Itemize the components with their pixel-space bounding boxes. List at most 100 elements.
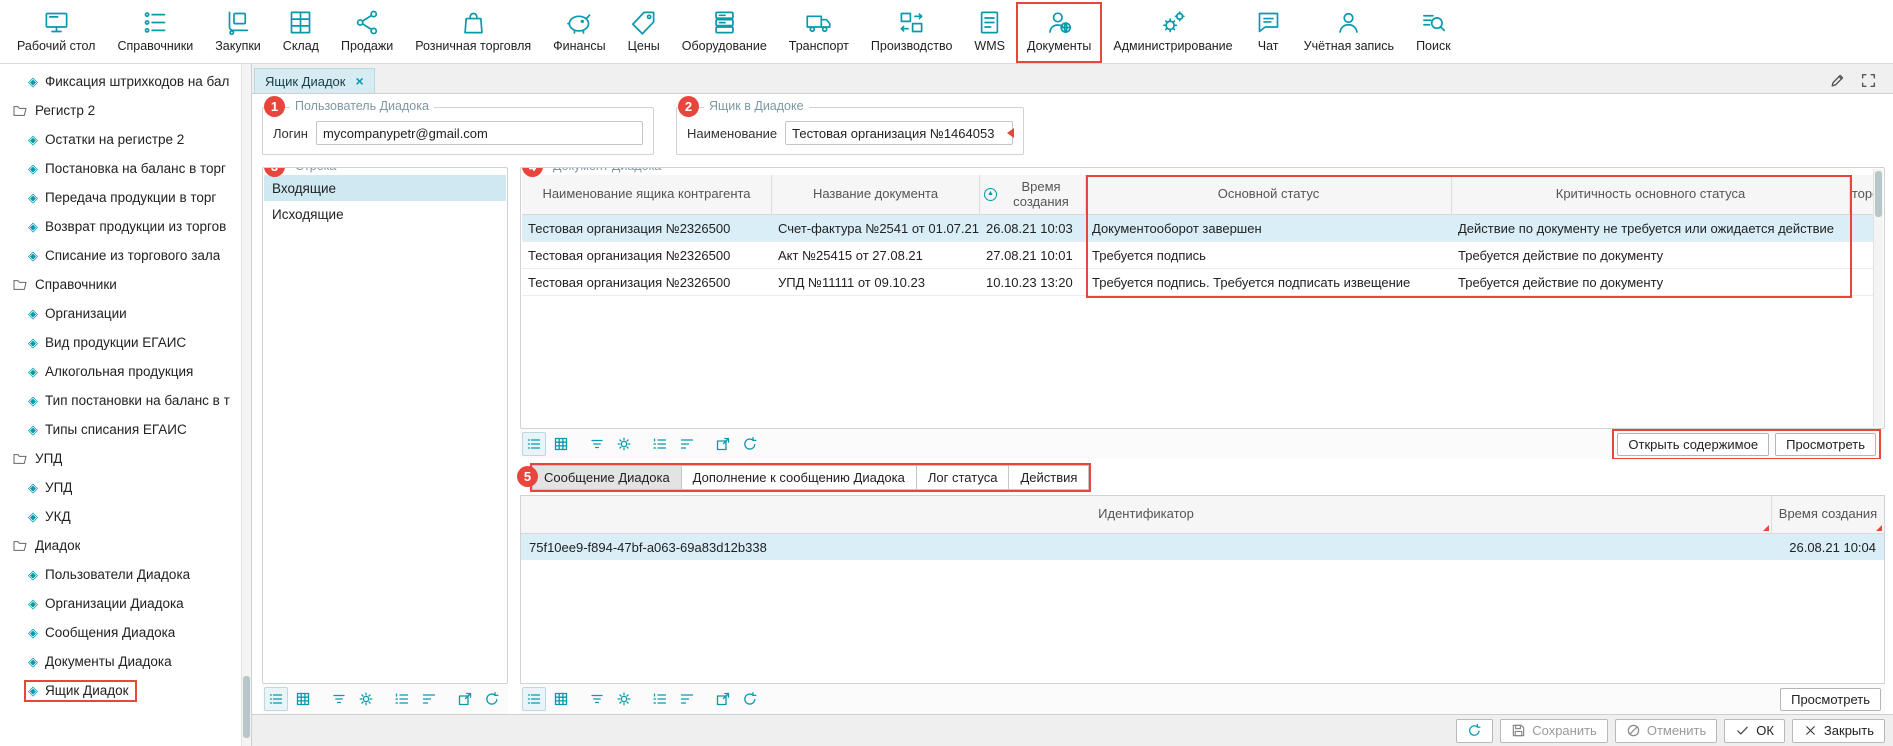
direction-list-item[interactable]: Исходящие <box>264 201 506 227</box>
toolbar-section-item[interactable]: Закупки <box>204 2 272 63</box>
toolbar-section-item[interactable]: Финансы <box>542 2 616 63</box>
toolstrip-icon[interactable] <box>453 687 477 711</box>
toolstrip-icon[interactable] <box>675 687 699 711</box>
toolbar-section-item[interactable]: Производство <box>860 2 964 63</box>
sidebar-item[interactable]: ◈ УПД <box>0 473 240 502</box>
sidebar-item[interactable]: ◈ Передача продукции в торг <box>0 183 240 212</box>
column-header-counterparty-box[interactable]: Наименование ящика контрагента <box>522 175 772 214</box>
toolbar-section-item[interactable]: Администрирование <box>1102 2 1243 63</box>
column-header-main-status[interactable]: Основной статус <box>1086 175 1452 214</box>
sidebar-item[interactable]: Справочники <box>0 270 240 299</box>
toolbar-section-item[interactable]: Поиск <box>1405 2 1462 63</box>
sidebar-item[interactable]: ◈ Списание из торгового зала <box>0 241 240 270</box>
organization-name-input[interactable] <box>785 121 1013 145</box>
login-input[interactable] <box>316 121 643 145</box>
ok-button[interactable]: ОК <box>1724 719 1785 743</box>
view-document-button[interactable]: Просмотреть <box>1775 433 1876 456</box>
toolstrip-icon[interactable] <box>480 687 504 711</box>
sidebar-item[interactable]: ◈ УКД <box>0 502 240 531</box>
toolbar-section-item[interactable]: Продажи <box>330 2 404 63</box>
column-header-identifier[interactable]: Идентификатор <box>521 496 1772 533</box>
cancel-button[interactable]: Отменить <box>1615 719 1717 743</box>
toolstrip-icon[interactable] <box>549 432 573 456</box>
detail-tab[interactable]: Действия <box>1009 465 1089 490</box>
column-header-status-criticality[interactable]: Критичность основного статуса <box>1452 175 1850 214</box>
sidebar-item-inner: ◈ Организации <box>24 303 135 325</box>
open-content-button[interactable]: Открыть содержимое <box>1617 433 1769 456</box>
message-row[interactable]: 75f10ee9-f894-47bf-a063-69a83d12b338 26.… <box>521 534 1884 560</box>
tab-close-icon[interactable]: × <box>355 73 363 89</box>
toolbar-section-item[interactable]: Оборудование <box>671 2 778 63</box>
sidebar-item[interactable]: ◈ Алкогольная продукция <box>0 357 240 386</box>
toolbar-section-item[interactable]: Документы <box>1016 2 1102 63</box>
sidebar-item[interactable]: ◈ Возврат продукции из торгов <box>0 212 240 241</box>
toolstrip-icon[interactable] <box>711 432 735 456</box>
document-row[interactable]: Тестовая организация №2326500 Акт №25415… <box>522 242 1873 269</box>
sidebar-item[interactable]: ◈ Постановка на баланс в торг <box>0 154 240 183</box>
detail-tab[interactable]: Сообщение Диадока <box>532 465 682 490</box>
sidebar-scrollbar[interactable] <box>241 64 251 746</box>
sidebar-item[interactable]: ◈ Сообщения Диадока <box>0 618 240 647</box>
toolbar-section-item[interactable]: Чат <box>1244 2 1293 63</box>
sidebar-item[interactable]: ◈ Вид продукции ЕГАИС <box>0 328 240 357</box>
toolstrip-icon[interactable] <box>675 432 699 456</box>
detail-tab[interactable]: Дополнение к сообщению Диадока <box>682 465 917 490</box>
toolstrip-icon[interactable] <box>522 687 546 711</box>
sidebar-item[interactable]: ◈ Ящик Диадок <box>0 676 240 705</box>
toolstrip-icon[interactable] <box>291 687 315 711</box>
sidebar-item[interactable]: Регистр 2 <box>0 96 240 125</box>
toolstrip-icon[interactable] <box>738 687 762 711</box>
documents-table-scrollbar[interactable] <box>1873 169 1883 427</box>
tab-yaschik-diadok[interactable]: Ящик Диадок × <box>254 68 375 93</box>
sidebar-item[interactable]: УПД <box>0 444 240 473</box>
toolstrip-icon[interactable] <box>711 687 735 711</box>
sidebar-item[interactable]: ◈ Организации Диадока <box>0 589 240 618</box>
toolbar-section-item[interactable]: Розничная торговля <box>404 2 542 63</box>
column-header-created[interactable]: Время создания <box>1772 496 1884 533</box>
sidebar-item[interactable]: ◈ Пользователи Диадока <box>0 560 240 589</box>
sidebar-item[interactable]: Диадок <box>0 531 240 560</box>
toolbar-section-item[interactable]: Учётная запись <box>1293 2 1405 63</box>
toolstrip-icon[interactable] <box>549 687 573 711</box>
toolbar-section-item[interactable]: Склад <box>272 2 330 63</box>
sidebar-item[interactable]: ◈ Тип постановки на баланс в т <box>0 386 240 415</box>
expand-icon[interactable] <box>1860 72 1877 89</box>
toolbar-section-item[interactable]: Справочники <box>106 2 204 63</box>
toolstrip-icon[interactable] <box>612 687 636 711</box>
document-row[interactable]: Тестовая организация №2326500 Счет-факту… <box>522 215 1873 242</box>
toolstrip-icon[interactable] <box>327 687 351 711</box>
refresh-button[interactable] <box>1456 719 1493 743</box>
view-message-button[interactable]: Просмотреть <box>1780 688 1881 711</box>
column-header-created-sorted[interactable]: ▲ Время создания <box>980 175 1086 214</box>
detail-tab[interactable]: Лог статуса <box>917 465 1010 490</box>
toolstrip-icon[interactable] <box>264 687 288 711</box>
close-button[interactable]: Закрыть <box>1792 719 1885 743</box>
sidebar-item[interactable]: ◈ Документы Диадока <box>0 647 240 676</box>
edit-pencil-icon[interactable] <box>1829 72 1846 89</box>
toolstrip-icon[interactable] <box>585 432 609 456</box>
direction-list-item[interactable]: Входящие <box>264 175 506 201</box>
sidebar-item[interactable]: ◈ Организации <box>0 299 240 328</box>
documents-table-scrollbar-thumb[interactable] <box>1875 171 1882 217</box>
sidebar-item[interactable]: ◈ Фиксация штрихкодов на бал <box>0 67 240 96</box>
toolstrip-icon[interactable] <box>417 687 441 711</box>
toolstrip-icon[interactable] <box>390 687 414 711</box>
toolbar-section-item[interactable]: WMS <box>963 2 1016 63</box>
toolstrip-icon[interactable] <box>738 432 762 456</box>
document-row[interactable]: Тестовая организация №2326500 УПД №11111… <box>522 269 1873 296</box>
toolstrip-icon[interactable] <box>612 432 636 456</box>
column-header-truncated[interactable]: Второ <box>1850 175 1873 214</box>
toolstrip-icon[interactable] <box>648 687 672 711</box>
toolstrip-icon[interactable] <box>648 432 672 456</box>
toolbar-section-item[interactable]: Транспорт <box>778 2 860 63</box>
toolstrip-icon[interactable] <box>522 432 546 456</box>
sidebar-scrollbar-thumb[interactable] <box>243 676 250 738</box>
sidebar-item[interactable]: ◈ Остатки на регистре 2 <box>0 125 240 154</box>
toolbar-section-item[interactable]: Рабочий стол <box>6 2 106 63</box>
column-header-document-name[interactable]: Название документа <box>772 175 980 214</box>
sidebar-item[interactable]: ◈ Типы списания ЕГАИС <box>0 415 240 444</box>
save-button[interactable]: Сохранить <box>1500 719 1608 743</box>
toolstrip-icon[interactable] <box>354 687 378 711</box>
toolbar-section-item[interactable]: Цены <box>617 2 671 63</box>
toolstrip-icon[interactable] <box>585 687 609 711</box>
